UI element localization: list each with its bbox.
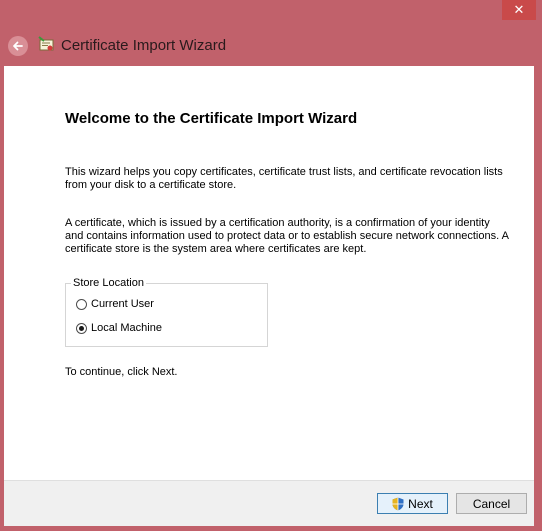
cancel-button[interactable]: Cancel (456, 493, 527, 514)
window-title: Certificate Import Wizard (61, 37, 227, 54)
radio-current-user[interactable]: Current User (76, 298, 154, 310)
page-title: Welcome to the Certificate Import Wizard (65, 110, 358, 127)
radio-button-local-machine[interactable] (76, 322, 87, 334)
back-arrow-icon (13, 41, 23, 51)
cancel-button-label: Cancel (472, 496, 511, 511)
next-button-label: Next (408, 496, 433, 511)
radio-label-local-machine: Local Machine (91, 322, 162, 334)
store-location-group: Store Location Current User Local Machin… (65, 277, 268, 347)
back-button[interactable] (8, 36, 28, 56)
intro-text: This wizard helps you copy certificates,… (65, 166, 503, 191)
continue-hint: To continue, click Next. (65, 366, 178, 378)
uac-shield-icon (392, 497, 404, 510)
window-right-border (534, 64, 542, 531)
store-location-legend: Store Location (71, 277, 146, 289)
close-button[interactable]: ✕ (502, 0, 536, 20)
close-icon: ✕ (513, 2, 525, 17)
certificate-icon (38, 36, 54, 51)
radio-label-current-user: Current User (91, 298, 154, 310)
next-button[interactable]: Next (377, 493, 448, 514)
description-text: A certificate, which is issued by a cert… (65, 217, 509, 255)
wizard-content: Welcome to the Certificate Import Wizard… (4, 66, 534, 480)
title-bar: Certificate Import Wizard (0, 30, 542, 64)
wizard-footer: Next Cancel (4, 480, 534, 526)
radio-local-machine[interactable]: Local Machine (76, 322, 162, 334)
radio-button-current-user[interactable] (76, 298, 87, 310)
certificate-import-wizard-window: ✕ Certificate Import Wizard Welcome to t… (0, 0, 542, 531)
